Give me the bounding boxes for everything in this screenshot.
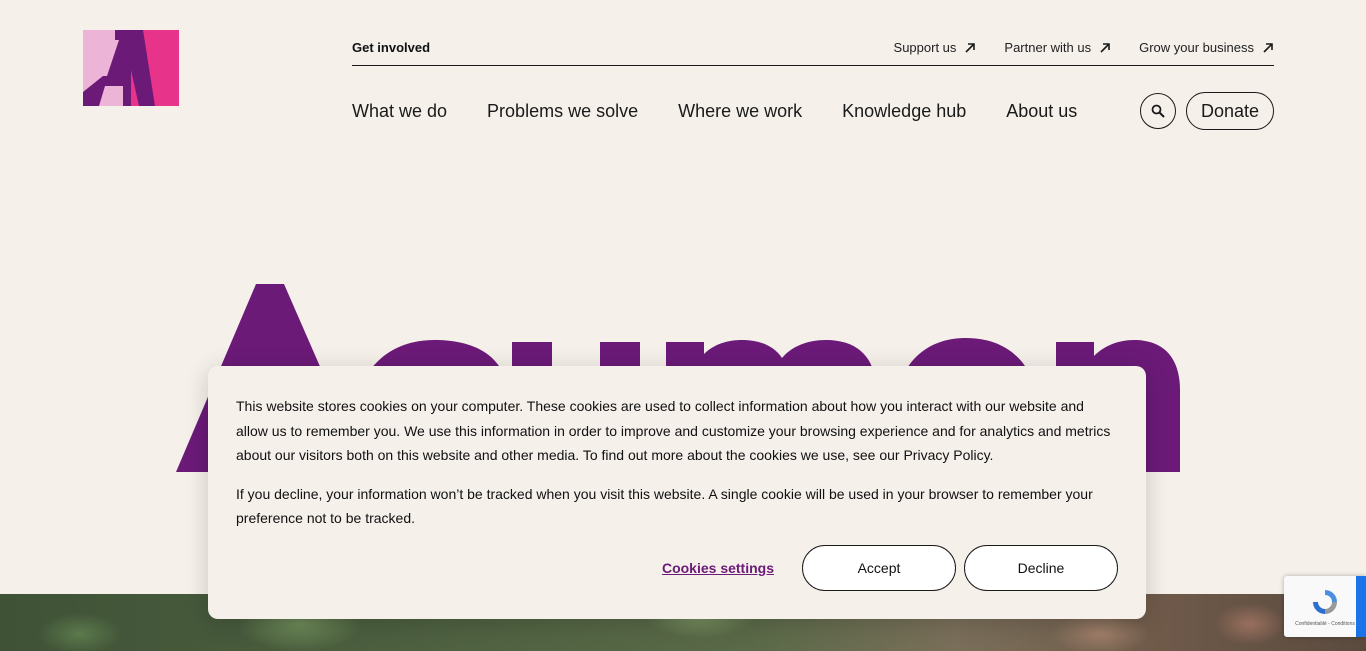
donate-button[interactable]: Donate (1185, 92, 1274, 130)
recaptcha-text: Confidentialité - Conditions (1295, 620, 1355, 627)
external-links: Support us Partner with us Grow your bus… (894, 40, 1274, 55)
partner-with-us-label: Partner with us (1004, 40, 1092, 55)
nav-item-knowledge-hub[interactable]: Knowledge hub (842, 101, 966, 122)
support-us-label: Support us (893, 40, 957, 55)
nav-actions: Donate (1139, 92, 1274, 130)
support-us-link[interactable]: Support us (894, 40, 977, 55)
search-button[interactable] (1139, 93, 1176, 129)
nav-item-problems-we-solve[interactable]: Problems we solve (487, 101, 638, 122)
accept-button[interactable]: Accept (802, 545, 956, 591)
recaptcha-edge (1356, 576, 1366, 637)
nav-items: What we do Problems we solve Where we wo… (352, 101, 1077, 122)
recaptcha-icon (1313, 589, 1337, 614)
search-icon (1151, 104, 1165, 118)
arrow-up-right-icon (965, 42, 976, 53)
recaptcha-badge[interactable]: Confidentialité - Conditions (1284, 576, 1366, 637)
nav-item-about-us[interactable]: About us (1006, 101, 1077, 122)
logo-mark-icon (83, 30, 179, 106)
nav-item-what-we-do[interactable]: What we do (352, 101, 447, 122)
partner-with-us-link[interactable]: Partner with us (1004, 40, 1111, 55)
grow-your-business-label: Grow your business (1139, 40, 1254, 55)
grow-your-business-link[interactable]: Grow your business (1139, 40, 1274, 55)
nav-item-where-we-work[interactable]: Where we work (678, 101, 802, 122)
utility-nav: Get involved Support us Partner with us … (352, 30, 1274, 66)
cookies-settings-link[interactable]: Cookies settings (662, 560, 774, 576)
cookie-text-decline-info: If you decline, your information won’t b… (236, 485, 1093, 527)
decline-button[interactable]: Decline (964, 545, 1118, 591)
get-involved-label: Get involved (352, 40, 431, 55)
cookie-text-main: This website stores cookies on your comp… (236, 398, 1111, 463)
main-nav: What we do Problems we solve Where we wo… (352, 92, 1274, 130)
cookie-consent-dialog: This website stores cookies on your comp… (208, 366, 1146, 619)
arrow-up-right-icon (1263, 42, 1273, 53)
acumen-logo[interactable] (83, 30, 179, 106)
arrow-up-right-icon (1100, 42, 1110, 53)
cookie-actions: Cookies settings Accept Decline (662, 545, 1118, 591)
